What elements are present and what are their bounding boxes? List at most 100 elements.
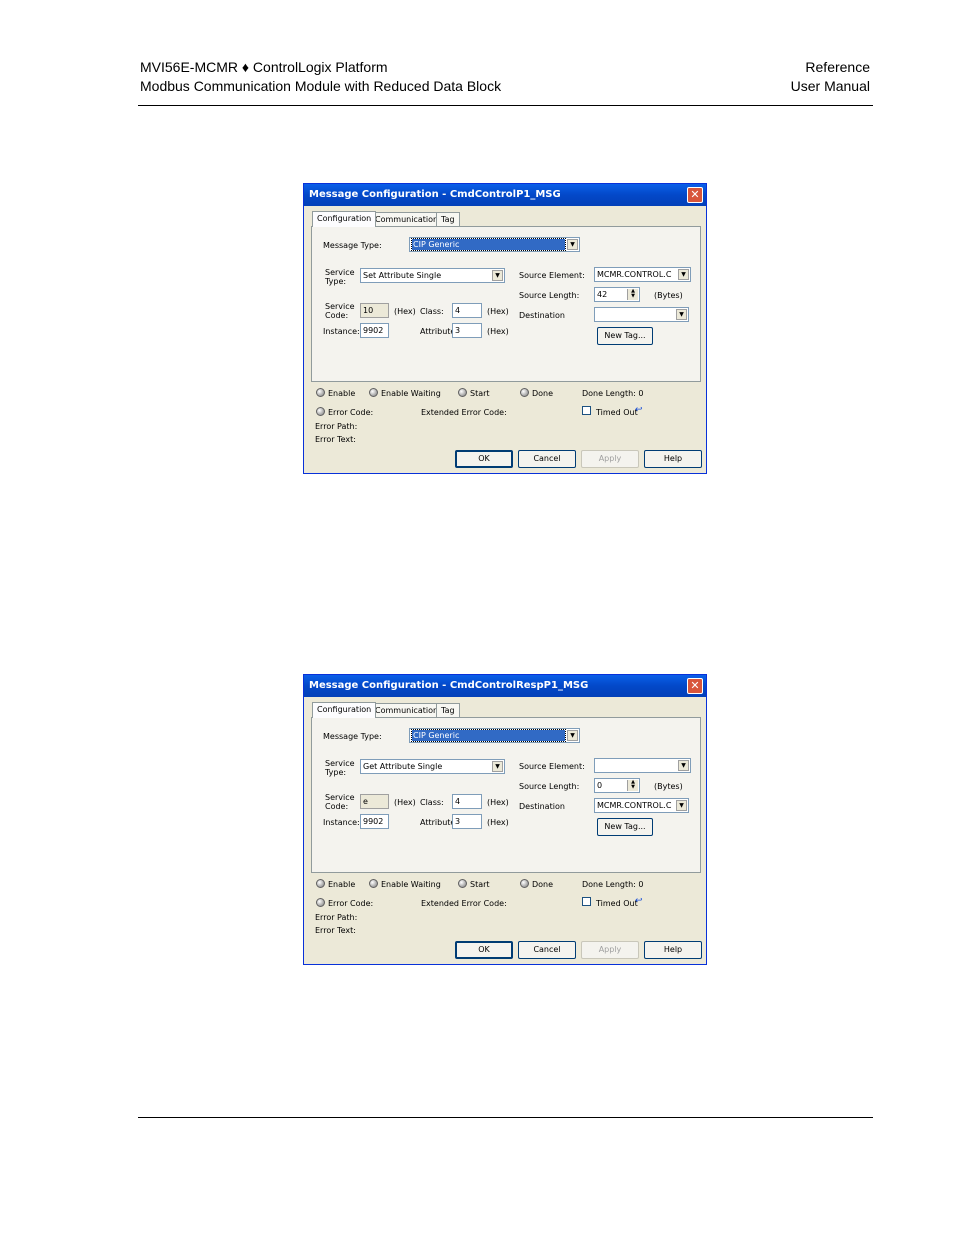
tab-tag[interactable]: Tag	[436, 703, 460, 718]
instance-field[interactable]: 9902	[360, 323, 389, 338]
header-rule	[138, 105, 873, 106]
cancel-button[interactable]: Cancel	[518, 450, 576, 468]
service-code-label: Service Code:	[325, 302, 355, 320]
close-icon[interactable]: ✕	[687, 678, 703, 694]
configuration-panel: Message Type: CIP Generic ▼ Service Type…	[311, 717, 701, 873]
help-button[interactable]: Help	[644, 450, 702, 468]
new-tag-button[interactable]: New Tag...	[597, 327, 653, 345]
class-label: Class:	[420, 307, 444, 316]
destination-label: Destination	[519, 311, 565, 320]
source-length-label: Source Length:	[519, 782, 580, 791]
dialog-title: Message Configuration - CmdControlP1_MSG	[304, 184, 706, 206]
source-length-value: 0	[597, 781, 603, 790]
help-button[interactable]: Help	[644, 941, 702, 959]
source-length-field[interactable]: 42 ▲ ▼	[594, 287, 640, 302]
enable-indicator	[316, 879, 325, 888]
error-text-label: Error Text:	[315, 435, 356, 444]
bytes-label: (Bytes)	[654, 291, 683, 300]
header-section: Reference	[805, 59, 870, 75]
service-code-label: Service Code:	[325, 793, 355, 811]
extended-error-code-label: Extended Error Code:	[421, 408, 507, 417]
source-length-label: Source Length:	[519, 291, 580, 300]
chevron-down-icon[interactable]: ▼	[676, 800, 687, 811]
destination-select[interactable]: MCMR.CONTROL.C ▼	[594, 798, 689, 813]
message-type-value: CIP Generic	[411, 238, 566, 251]
apply-button[interactable]: Apply	[581, 450, 639, 468]
error-path-label: Error Path:	[315, 913, 358, 922]
new-tag-button[interactable]: New Tag...	[597, 818, 653, 836]
enable-waiting-label: Enable Waiting	[381, 880, 441, 889]
service-type-select[interactable]: Set Attribute Single ▼	[360, 268, 505, 283]
footer-rule	[138, 1117, 873, 1118]
tab-communication[interactable]: Communication	[370, 212, 444, 227]
done-indicator	[520, 388, 529, 397]
chevron-down-icon[interactable]: ▼	[492, 270, 503, 281]
message-type-select[interactable]: CIP Generic ▼	[409, 237, 580, 252]
service-code-field[interactable]: 10	[360, 303, 389, 318]
hex-label: (Hex)	[487, 327, 509, 336]
source-element-select[interactable]: MCMR.CONTROL.C ▼	[594, 267, 691, 282]
source-element-label: Source Element:	[519, 762, 585, 771]
source-element-select[interactable]: ▼	[594, 758, 691, 773]
chevron-down-icon[interactable]: ▼	[678, 269, 689, 280]
ok-button[interactable]: OK	[455, 941, 513, 959]
attribute-field[interactable]: 3	[452, 323, 482, 338]
chevron-down-icon[interactable]: ▼	[567, 239, 578, 250]
instance-field[interactable]: 9902	[360, 814, 389, 829]
start-label: Start	[470, 880, 490, 889]
source-element-value: MCMR.CONTROL.C	[597, 270, 672, 279]
attribute-field[interactable]: 3	[452, 814, 482, 829]
message-config-dialog-2: Message Configuration - CmdControlRespP1…	[303, 674, 707, 965]
spinner-icon[interactable]: ▲ ▼	[627, 780, 638, 791]
header-product-subtitle: Modbus Communication Module with Reduced…	[140, 78, 502, 94]
close-icon[interactable]: ✕	[687, 187, 703, 203]
tab-configuration[interactable]: Configuration	[312, 211, 377, 227]
service-type-select[interactable]: Get Attribute Single ▼	[360, 759, 505, 774]
tab-tag[interactable]: Tag	[436, 212, 460, 227]
service-type-label: Service Type:	[325, 268, 355, 286]
configuration-panel: Message Type: CIP Generic ▼ Service Type…	[311, 226, 701, 382]
service-code-field[interactable]: e	[360, 794, 389, 809]
message-type-label: Message Type:	[323, 241, 382, 250]
hex-label: (Hex)	[487, 818, 509, 827]
chevron-down-icon[interactable]: ▼	[567, 730, 578, 741]
class-label: Class:	[420, 798, 444, 807]
error-code-indicator	[316, 898, 325, 907]
spinner-icon[interactable]: ▲ ▼	[627, 289, 638, 300]
arrow-left-icon: ↩	[635, 896, 643, 906]
done-label: Done	[532, 880, 554, 889]
ok-button[interactable]: OK	[455, 450, 513, 468]
hex-label: (Hex)	[394, 798, 416, 807]
timed-out-checkbox[interactable]	[582, 406, 591, 415]
message-type-select[interactable]: CIP Generic ▼	[409, 728, 580, 743]
page-header-right: Reference User Manual	[791, 58, 870, 96]
class-field[interactable]: 4	[452, 794, 482, 809]
start-indicator	[458, 388, 467, 397]
enable-label: Enable	[328, 880, 356, 889]
hex-label: (Hex)	[487, 307, 509, 316]
service-type-label: Service Type:	[325, 759, 355, 777]
tab-configuration[interactable]: Configuration	[312, 702, 377, 718]
chevron-down-icon[interactable]: ▼	[492, 761, 503, 772]
tab-communication[interactable]: Communication	[370, 703, 444, 718]
chevron-down-icon[interactable]: ▼	[678, 760, 689, 771]
class-field[interactable]: 4	[452, 303, 482, 318]
service-type-value: Set Attribute Single	[363, 271, 442, 280]
done-label: Done	[532, 389, 554, 398]
timed-out-checkbox[interactable]	[582, 897, 591, 906]
chevron-down-icon[interactable]: ▼	[676, 309, 687, 320]
apply-button[interactable]: Apply	[581, 941, 639, 959]
timed-out-label: Timed Out	[596, 899, 638, 908]
error-path-label: Error Path:	[315, 422, 358, 431]
destination-value: MCMR.CONTROL.C	[597, 801, 672, 810]
hex-label: (Hex)	[487, 798, 509, 807]
error-code-label: Error Code:	[328, 408, 374, 417]
page-header-left: MVI56E-MCMR ♦ ControlLogix Platform Modb…	[140, 58, 501, 96]
destination-select[interactable]: ▼	[594, 307, 689, 322]
hex-label: (Hex)	[394, 307, 416, 316]
message-config-dialog-1: Message Configuration - CmdControlP1_MSG…	[303, 183, 707, 474]
cancel-button[interactable]: Cancel	[518, 941, 576, 959]
done-indicator	[520, 879, 529, 888]
start-label: Start	[470, 389, 490, 398]
source-length-field[interactable]: 0 ▲ ▼	[594, 778, 640, 793]
